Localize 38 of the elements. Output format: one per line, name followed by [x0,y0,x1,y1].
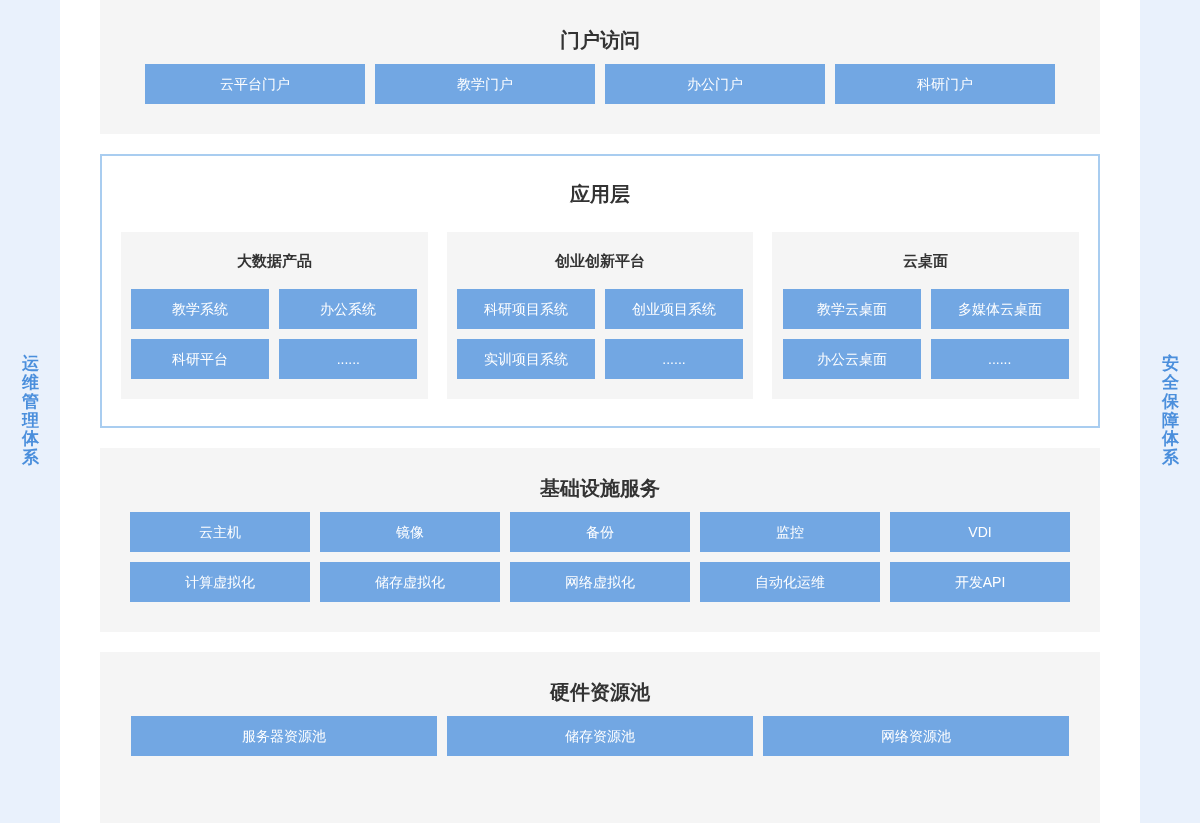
module-button[interactable]: VDI [890,512,1070,552]
module-button[interactable]: 储存资源池 [447,716,753,756]
module-button[interactable]: 科研平台 [131,339,270,379]
layer-title: 硬件资源池 [550,680,650,704]
layer-title: 云桌面 [903,251,949,271]
module-button[interactable]: 储存虚拟化 [320,562,500,602]
module-button[interactable]: 自动化运维 [700,562,880,602]
module-button[interactable]: 教学系统 [131,289,270,329]
module-button[interactable]: 办公门户 [605,64,825,104]
module-button[interactable]: 多媒体云桌面 [930,289,1069,329]
module-button[interactable]: 实训项目系统 [457,339,595,379]
layer-title: 基础设施服务 [540,476,660,500]
side-label: 运维管理体系 [21,355,39,468]
module-button[interactable]: 备份 [510,512,690,552]
module-button[interactable]: ...... [930,339,1069,379]
module-button[interactable]: 云主机 [130,512,310,552]
module-button[interactable]: 科研项目系统 [457,289,595,329]
module-button[interactable]: 科研门户 [835,64,1055,104]
module-button[interactable]: ...... [605,339,743,379]
module-button[interactable]: 办公云桌面 [782,339,921,379]
layer-title: 创业创新平台 [555,251,645,271]
module-button[interactable]: 网络虚拟化 [510,562,690,602]
module-button[interactable]: 服务器资源池 [131,716,437,756]
module-button[interactable]: 教学门户 [375,64,595,104]
module-button[interactable]: 云平台门户 [145,64,365,104]
module-button[interactable]: 教学云桌面 [782,289,921,329]
module-button[interactable]: 开发API [890,562,1070,602]
layer-title: 门户访问 [560,28,640,52]
module-button[interactable]: 创业项目系统 [605,289,743,329]
module-button[interactable]: 监控 [700,512,880,552]
layer-title: 应用层 [570,182,630,206]
module-button[interactable]: 网络资源池 [763,716,1069,756]
layer-title: 大数据产品 [236,251,312,271]
module-button[interactable]: ...... [279,339,418,379]
side-label: 安全保障体系 [1161,355,1179,468]
module-button[interactable]: 办公系统 [279,289,418,329]
module-button[interactable]: 计算虚拟化 [130,562,310,602]
module-button[interactable]: 镜像 [320,512,500,552]
